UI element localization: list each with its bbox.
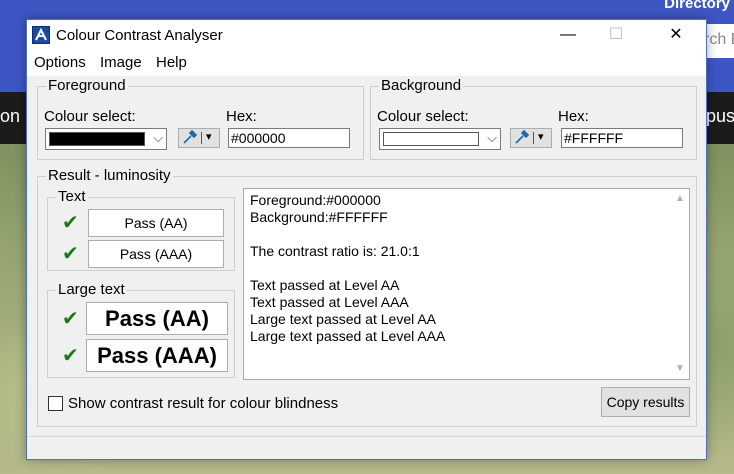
check-icon: ✔ [62,345,79,367]
nav-item-fragment-right[interactable]: pus [706,106,734,127]
check-icon: ✔ [62,243,79,265]
app-icon [32,26,50,44]
result-line [250,226,445,243]
dropdown-arrow-icon: ▾ [538,131,544,143]
background-colour-select[interactable]: ⌵ [379,128,501,150]
result-line: Text passed at Level AA [250,277,400,293]
foreground-swatch [49,132,145,146]
background-eyedropper-button[interactable]: ▾ [510,128,552,148]
foreground-group: Foreground Colour select: Hex: ⌵ ▾ [37,77,364,160]
directory-link[interactable]: Directory [664,0,730,12]
copy-results-button[interactable]: Copy results [601,387,690,417]
result-details-lines: Foreground:#000000 Background:#FFFFFF Th… [250,192,445,345]
minimize-button[interactable]: — [545,20,591,50]
foreground-colour-select-label: Colour select: [44,108,136,125]
close-button[interactable]: ✕ [653,20,699,50]
result-line: Text passed at Level AAA [250,294,409,310]
check-icon: ✔ [62,212,79,234]
result-group-label: Result - luminosity [46,167,173,184]
large-text-aaa-result: Pass (AAA) [86,339,228,372]
vertical-scrollbar[interactable]: ▲ ▼ [672,189,689,379]
menu-image[interactable]: Image [100,54,142,71]
menu-options[interactable]: Options [34,54,86,71]
foreground-group-label: Foreground [46,77,128,94]
background-group-label: Background [379,77,464,94]
scroll-down-icon[interactable]: ▼ [675,363,685,374]
background-hex-input[interactable] [561,128,683,148]
menu-help[interactable]: Help [156,54,187,71]
background-swatch [383,132,479,146]
text-aaa-result: Pass (AAA) [88,240,224,268]
eyedropper-icon [182,129,198,148]
title-bar[interactable]: Colour Contrast Analyser — ☐ ✕ [27,20,706,50]
foreground-hex-input[interactable] [228,128,350,148]
result-line: The contrast ratio is: 21.0:1 [250,243,420,259]
eyedropper-icon [514,129,530,148]
colour-blindness-checkbox[interactable] [48,396,63,411]
maximize-button[interactable]: ☐ [593,20,639,50]
menu-bar: Options Image Help [27,50,706,76]
colour-contrast-analyser-window: Colour Contrast Analyser — ☐ ✕ Options I… [26,19,707,460]
result-line: Background:#FFFFFF [250,209,388,225]
chevron-down-icon: ⌵ [153,130,163,145]
status-bar-divider [27,436,706,437]
colour-blindness-checkbox-label[interactable]: Show contrast result for colour blindnes… [68,395,338,412]
foreground-colour-select[interactable]: ⌵ [45,128,167,150]
text-group-label: Text [56,188,88,205]
picker-separator [201,132,202,144]
result-line: Large text passed at Level AAA [250,328,446,344]
window-title: Colour Contrast Analyser [56,27,223,44]
background-colour-select-label: Colour select: [377,108,469,125]
foreground-hex-label: Hex: [226,108,257,125]
result-line: Large text passed at Level AA [250,311,437,327]
text-aa-result: Pass (AA) [88,209,224,237]
check-icon: ✔ [62,308,79,330]
chevron-down-icon: ⌵ [487,130,497,145]
large-text-aa-result: Pass (AA) [86,302,228,335]
scroll-up-icon[interactable]: ▲ [675,193,685,204]
result-details-textarea[interactable]: Foreground:#000000 Background:#FFFFFF Th… [243,188,690,380]
dropdown-arrow-icon: ▾ [206,131,212,143]
result-line [250,260,445,277]
nav-item-fragment-left[interactable]: on [0,106,20,127]
picker-separator [533,132,534,144]
background-hex-label: Hex: [558,108,589,125]
foreground-eyedropper-button[interactable]: ▾ [178,128,220,148]
background-group: Background Colour select: Hex: ⌵ ▾ [370,77,697,160]
result-line: Foreground:#000000 [250,192,381,208]
large-text-group-label: Large text [56,281,127,298]
